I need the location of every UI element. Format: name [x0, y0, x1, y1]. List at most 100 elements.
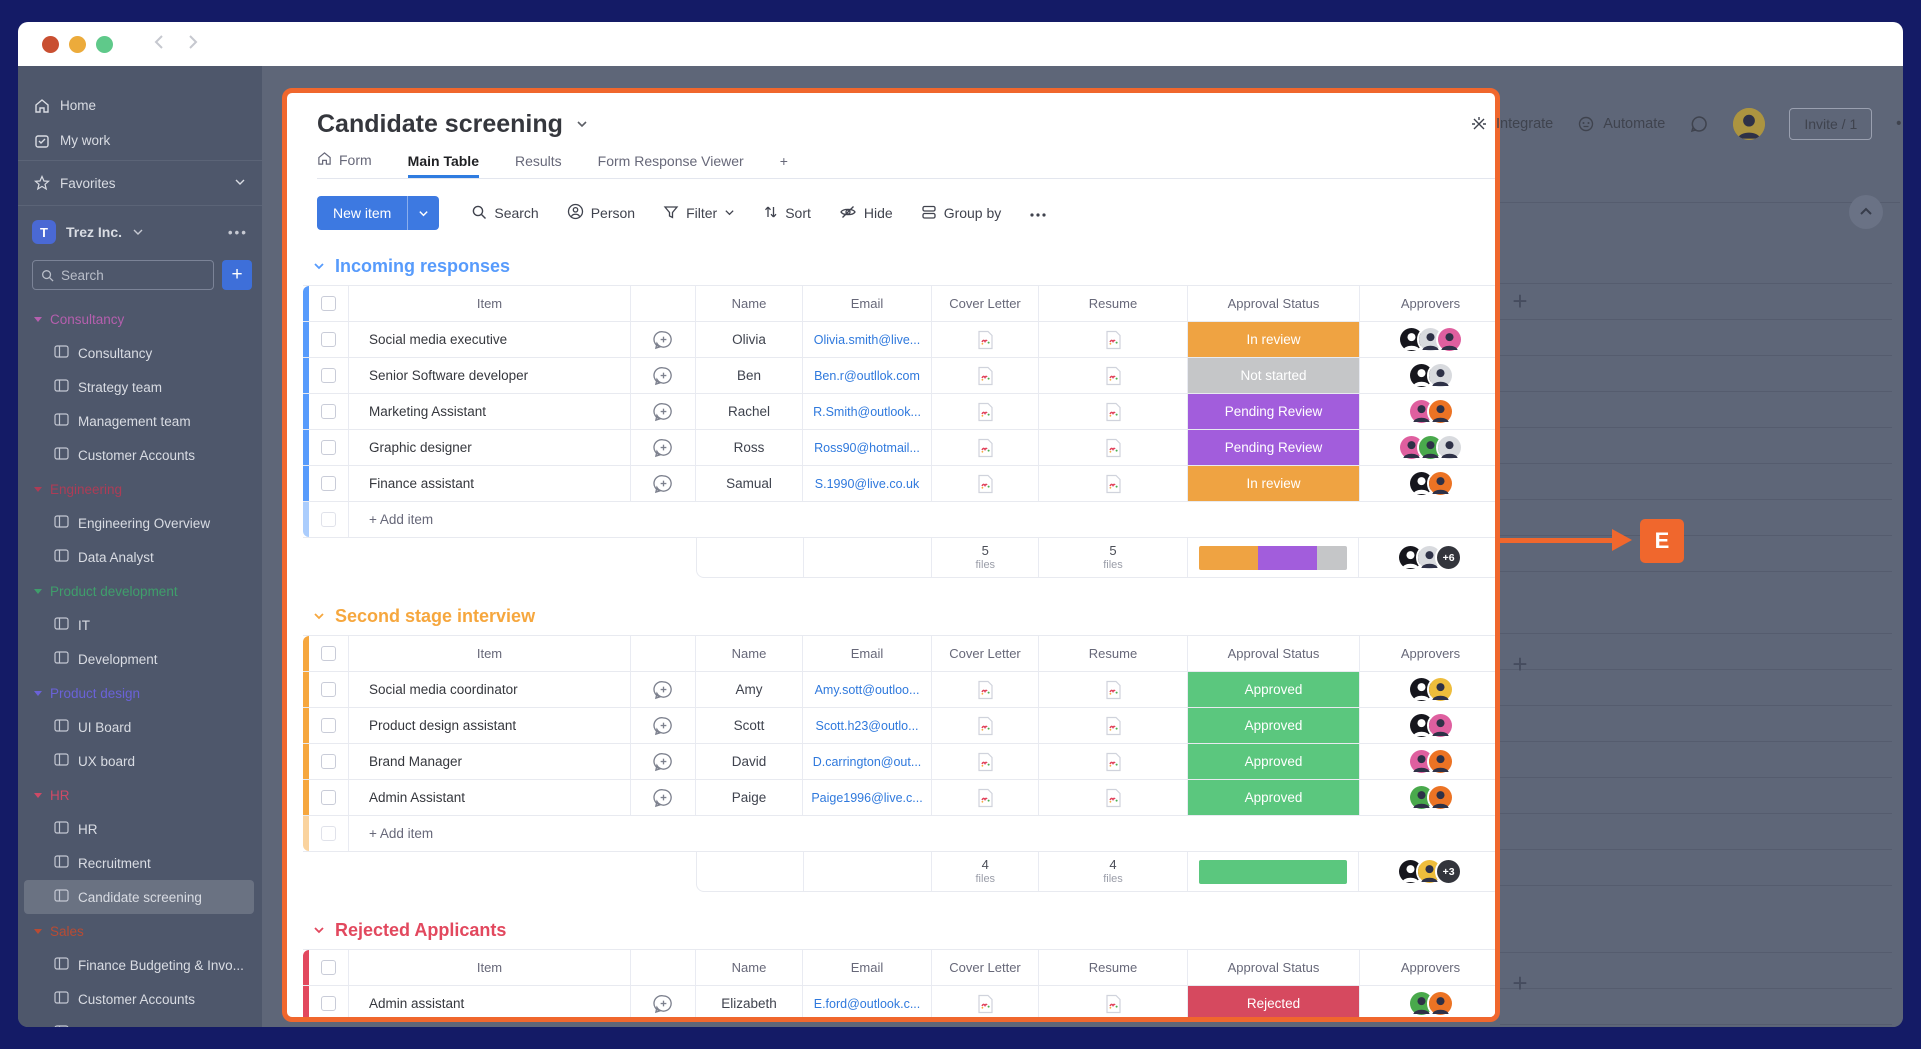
column-header-approval-status[interactable]: Approval Status [1188, 636, 1360, 671]
open-conversation-button[interactable] [631, 358, 696, 393]
group-collapse-icon[interactable] [313, 924, 325, 936]
email-cell[interactable]: D.carrington@out... [803, 744, 932, 779]
sidebar-item-favorites[interactable]: Favorites [18, 163, 262, 203]
column-header-resume[interactable]: Resume [1039, 286, 1188, 321]
column-header-approvers[interactable]: Approvers [1360, 286, 1500, 321]
row-checkbox[interactable] [321, 404, 336, 419]
column-header-name[interactable]: Name [696, 636, 803, 671]
sidebar-board-item[interactable]: UI Board [18, 710, 262, 744]
cover-letter-file[interactable] [932, 358, 1039, 393]
close-window-button[interactable] [42, 36, 59, 53]
email-cell[interactable]: S.1990@live.co.uk [803, 466, 932, 501]
email-link[interactable]: E.ford@outlook.c... [814, 997, 921, 1011]
name-cell[interactable]: Scott [696, 708, 803, 743]
sidebar-search-input[interactable]: Search [32, 260, 214, 290]
email-link[interactable]: Paige1996@live.c... [811, 791, 922, 805]
summary-status-distribution[interactable] [1188, 852, 1360, 891]
user-avatar[interactable] [1733, 108, 1765, 140]
column-header-cover-letter[interactable]: Cover Letter [932, 286, 1039, 321]
approvers-cell[interactable] [1360, 322, 1500, 357]
sidebar-board-item[interactable]: Customer Accounts [18, 982, 262, 1016]
open-conversation-button[interactable] [631, 322, 696, 357]
column-header-email[interactable]: Email [803, 950, 932, 985]
approvers-cell[interactable] [1360, 358, 1500, 393]
name-cell[interactable]: Ben [696, 358, 803, 393]
open-conversation-button[interactable] [631, 466, 696, 501]
cover-letter-file[interactable] [932, 394, 1039, 429]
table-row[interactable]: Brand ManagerDavidD.carrington@out...App… [303, 744, 1500, 780]
email-cell[interactable]: E.ford@outlook.c... [803, 986, 932, 1021]
row-checkbox[interactable] [321, 996, 336, 1011]
name-cell[interactable]: Rachel [696, 394, 803, 429]
email-link[interactable]: Olivia.smith@live... [814, 333, 920, 347]
name-cell[interactable]: Samual [696, 466, 803, 501]
sidebar-item-my-work[interactable]: My work [18, 123, 262, 158]
status-cell[interactable]: In review [1188, 466, 1360, 501]
sidebar-board-item[interactable]: Consultancy [18, 336, 262, 370]
email-cell[interactable]: Paige1996@live.c... [803, 780, 932, 815]
sidebar-board-item[interactable]: Finance Budgeting & Invo... [18, 948, 262, 982]
email-link[interactable]: S.1990@live.co.uk [815, 477, 919, 491]
column-header-name[interactable]: Name [696, 950, 803, 985]
filter-button[interactable]: Filter [663, 204, 735, 223]
open-conversation-button[interactable] [631, 708, 696, 743]
item-cell[interactable]: Social media coordinator [349, 672, 631, 707]
cover-letter-file[interactable] [932, 744, 1039, 779]
email-link[interactable]: Ben.r@outllok.com [814, 369, 920, 383]
browser-back-icon[interactable] [151, 33, 169, 56]
tab-results[interactable]: Results [515, 153, 562, 178]
table-row[interactable]: Social media executiveOliviaOlivia.smith… [303, 322, 1500, 358]
open-conversation-button[interactable] [631, 986, 696, 1021]
sidebar-section-header[interactable]: Engineering [18, 472, 262, 506]
email-link[interactable]: Ross90@hotmail... [814, 441, 920, 455]
new-item-button[interactable]: New item [317, 196, 439, 230]
sidebar-section-header[interactable]: HR [18, 778, 262, 812]
select-all-checkbox[interactable] [321, 960, 336, 975]
email-link[interactable]: Scott.h23@outlo... [815, 719, 918, 733]
group-collapse-icon[interactable] [313, 610, 325, 622]
cover-letter-file[interactable] [932, 780, 1039, 815]
group-by-button[interactable]: Group by [921, 204, 1002, 223]
table-row[interactable]: Admin AssistantPaigePaige1996@live.c...A… [303, 780, 1500, 816]
workspace-menu-icon[interactable]: ••• [228, 225, 248, 240]
row-checkbox[interactable] [321, 368, 336, 383]
sidebar-board-item[interactable]: HR [18, 812, 262, 846]
status-cell[interactable]: Approved [1188, 672, 1360, 707]
name-cell[interactable]: Olivia [696, 322, 803, 357]
new-item-dropdown[interactable] [407, 196, 439, 230]
add-column-button[interactable]: + [1506, 970, 1534, 998]
email-cell[interactable]: R.Smith@outlook... [803, 394, 932, 429]
open-conversation-button[interactable] [631, 430, 696, 465]
table-row[interactable]: Finance assistant Samual S.1990@live.co.uk… [303, 466, 1500, 502]
add-board-button[interactable]: + [222, 260, 252, 290]
row-checkbox[interactable] [321, 682, 336, 697]
approvers-cell[interactable] [1360, 430, 1500, 465]
add-item-row[interactable]: + Add item [303, 502, 1500, 538]
row-checkbox[interactable] [321, 332, 336, 347]
column-header-cover-letter[interactable]: Cover Letter [932, 636, 1039, 671]
row-checkbox[interactable] [321, 440, 336, 455]
cover-letter-file[interactable] [932, 708, 1039, 743]
status-cell[interactable]: Approved [1188, 744, 1360, 779]
open-conversation-button[interactable] [631, 780, 696, 815]
resume-file[interactable] [1039, 394, 1188, 429]
item-cell[interactable]: Finance assistant [349, 466, 631, 501]
sidebar-board-item[interactable]: Recruitment [18, 846, 262, 880]
add-item-button[interactable]: + Add item [349, 502, 1500, 537]
column-header-cover-letter[interactable]: Cover Letter [932, 950, 1039, 985]
name-cell[interactable]: Ross [696, 430, 803, 465]
sidebar-section-header[interactable]: Consultancy [18, 302, 262, 336]
column-header-approval-status[interactable]: Approval Status [1188, 950, 1360, 985]
name-cell[interactable]: David [696, 744, 803, 779]
column-header-email[interactable]: Email [803, 286, 932, 321]
tab-form-response-viewer[interactable]: Form Response Viewer [598, 153, 744, 178]
sidebar-board-item[interactable]: Engineering Overview [18, 506, 262, 540]
minimize-window-button[interactable] [69, 36, 86, 53]
workspace-switcher[interactable]: T Trez Inc. ••• [18, 210, 262, 254]
group-header[interactable]: Incoming responses [313, 253, 1495, 279]
column-header-email[interactable]: Email [803, 636, 932, 671]
status-cell[interactable]: Approved [1188, 780, 1360, 815]
resume-file[interactable] [1039, 358, 1188, 393]
row-checkbox[interactable] [321, 718, 336, 733]
invite-button[interactable]: Invite / 1 [1789, 108, 1872, 140]
